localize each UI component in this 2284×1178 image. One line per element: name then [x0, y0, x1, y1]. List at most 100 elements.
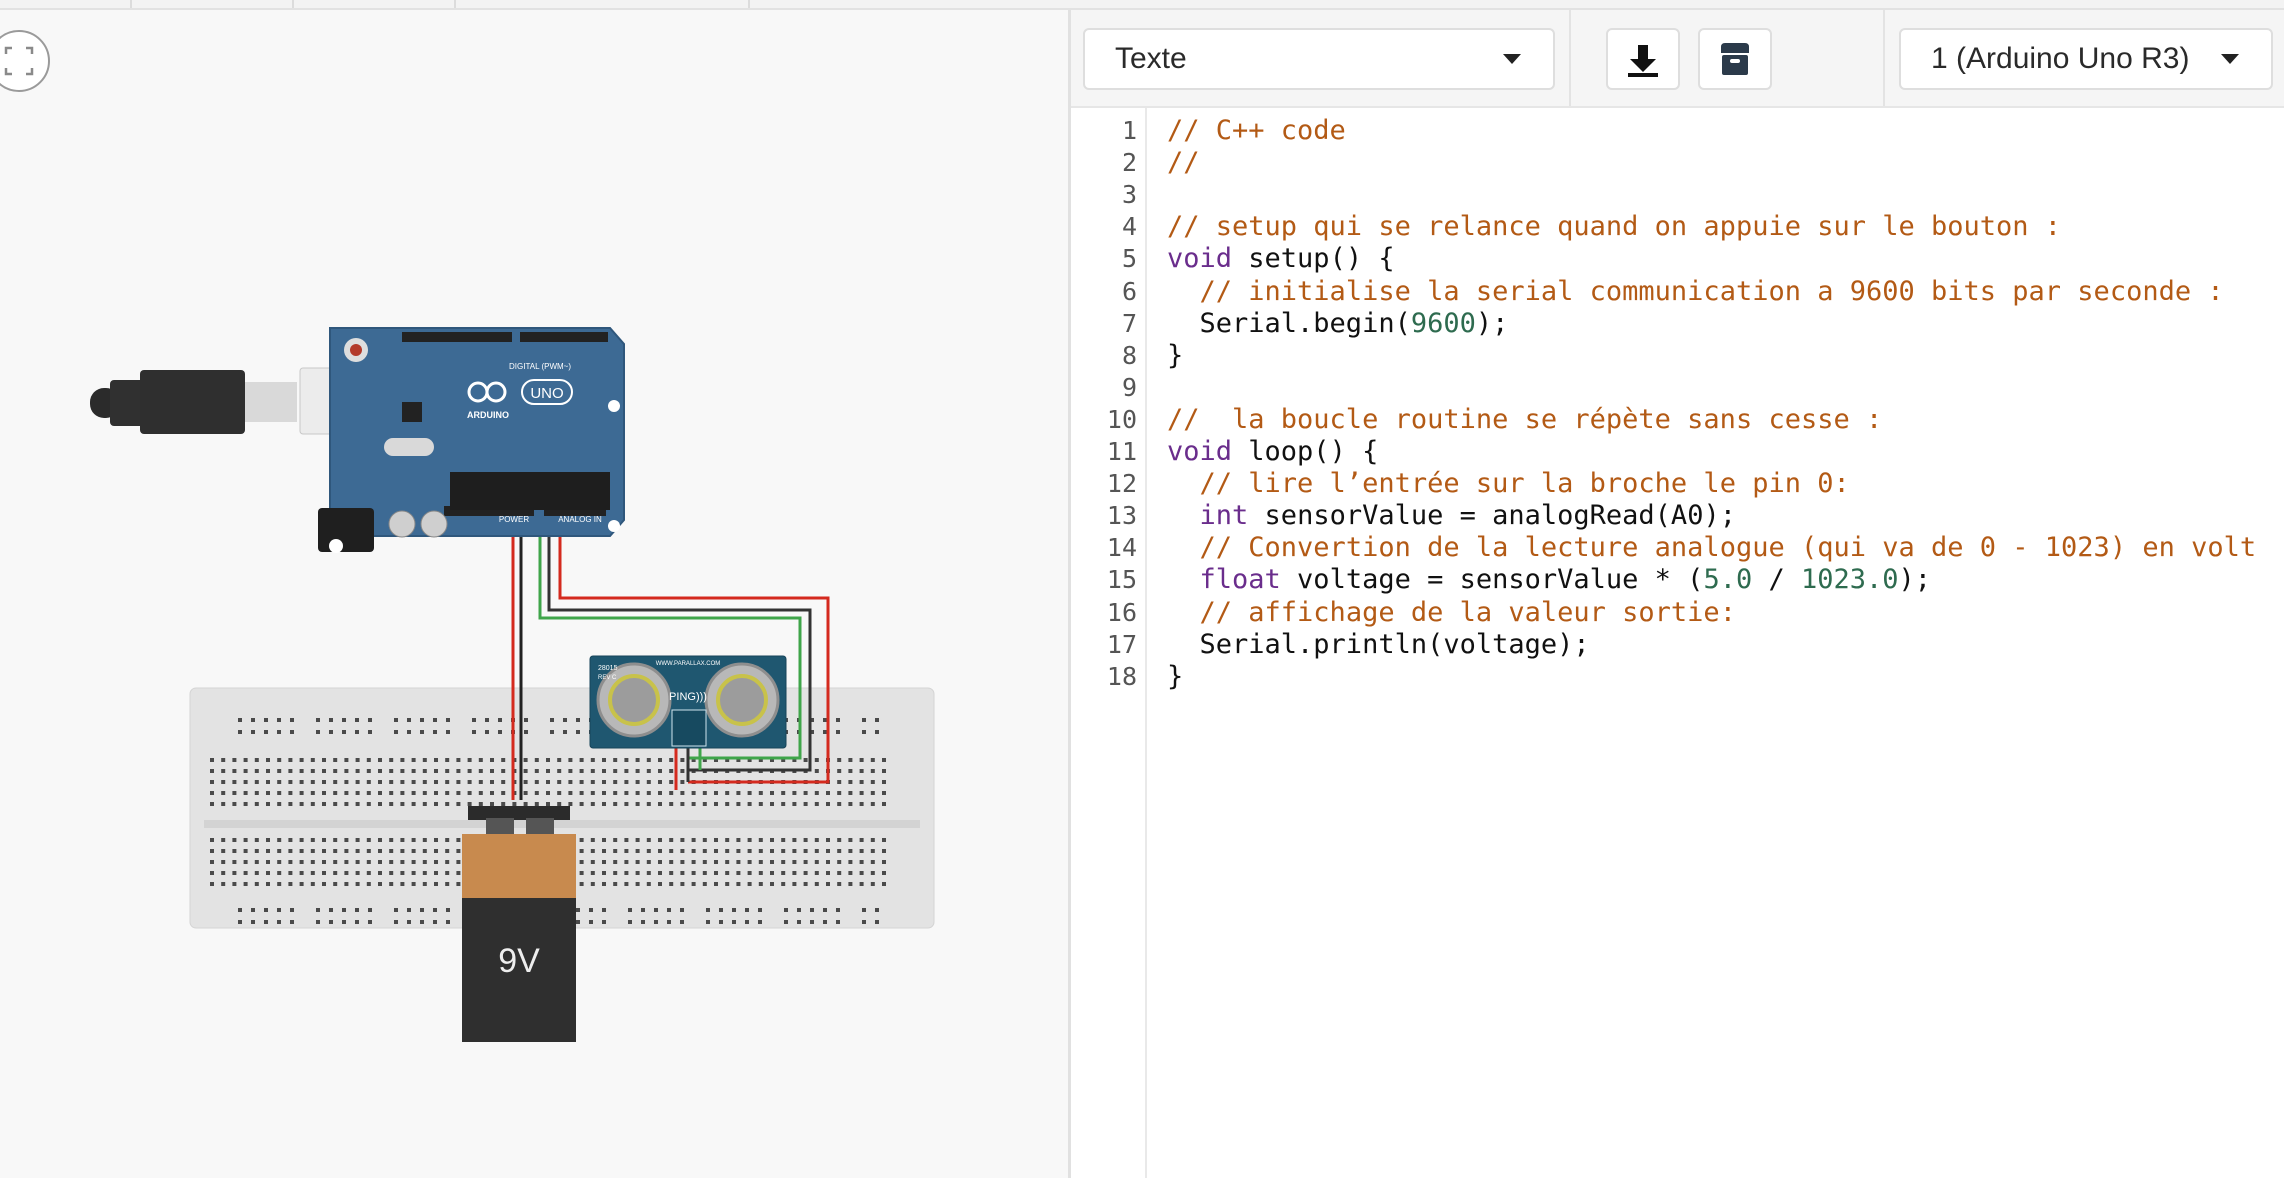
code-token-comment: // initialise la serial communication a …	[1199, 275, 2224, 307]
line-number: 6	[1121, 276, 1137, 306]
code-line: float voltage = sensorValue * (5.0 / 102…	[1167, 564, 1932, 596]
code-token-plain: }	[1167, 660, 1184, 692]
code-toolbar: Texte 1 (Arduino Uno R3)	[1071, 10, 2284, 108]
usb-cable	[90, 367, 371, 435]
line-number: 3	[1121, 180, 1137, 210]
circuit-canvas[interactable]: UNO ARDUINO DIGITAL (PWM~) POWER ANALOG …	[0, 10, 1068, 1178]
archive-icon	[1721, 43, 1749, 75]
editor-mode-dropdown[interactable]: Texte	[1083, 28, 1555, 90]
line-number: 9	[1121, 372, 1137, 402]
code-line: // initialise la serial communication a …	[1167, 276, 2224, 307]
tab-separator	[748, 0, 750, 8]
code-line: // setup qui se relance quand on appuie …	[1167, 211, 2061, 242]
board-uno-label: UNO	[530, 385, 563, 402]
tab-separator	[292, 0, 294, 8]
battery-label: 9V	[498, 942, 540, 980]
code-token-number: 5.0	[1703, 564, 1753, 596]
code-editor[interactable]: 1 2 3 4 5 6 7 8 9 10 11 12 13 14 15 16 17 18 // C++ code /…	[1071, 108, 2284, 1178]
device-label: 1 (Arduino Uno R3)	[1931, 42, 2190, 75]
code-token-comment: //	[1167, 147, 1200, 179]
code-line: }	[1167, 340, 1183, 371]
code-line: }	[1167, 661, 1183, 692]
line-number: 4	[1121, 212, 1137, 242]
code-token-plain: );	[1898, 564, 1932, 596]
sensor-model-label: 28015	[598, 665, 618, 672]
code-line: void setup() {	[1167, 243, 1395, 274]
sensor-name-label: PING)))	[669, 691, 707, 703]
code-token-keyword: float	[1199, 564, 1281, 596]
code-token-number: 9600	[1410, 307, 1476, 339]
code-token-comment: // lire l’entrée sur la broche le pin 0:	[1199, 468, 1850, 500]
board-digital-label: DIGITAL (PWM~)	[509, 362, 571, 371]
code-area[interactable]: // C++ code// // setup qui se relance qua…	[1167, 108, 2284, 1178]
line-number: 5	[1121, 244, 1137, 274]
code-line: Serial.println(voltage);	[1167, 629, 1590, 660]
code-line: // lire l’entrée sur la broche le pin 0:	[1167, 468, 1850, 499]
code-token-comment: // affichage de la valeur sortie:	[1199, 596, 1736, 628]
code-token-number: 1023.0	[1801, 564, 1899, 596]
download-icon	[1628, 45, 1658, 77]
toolbar-separator	[1883, 10, 1885, 106]
chevron-down-icon	[2221, 54, 2239, 64]
code-token-comment: // la boucle routine se répète sans cess…	[1167, 403, 1883, 435]
line-number: 10	[1106, 404, 1137, 434]
board-arduino-label: ARDUINO	[467, 410, 509, 420]
code-line: // C++ code	[1167, 115, 1346, 146]
libraries-button[interactable]	[1698, 28, 1772, 90]
line-number: 1	[1121, 116, 1137, 145]
line-number: 14	[1106, 533, 1137, 563]
line-number: 7	[1121, 308, 1137, 338]
code-line: // la boucle routine se répète sans cess…	[1167, 404, 1882, 435]
code-line: void loop() {	[1167, 436, 1378, 467]
line-number: 16	[1106, 597, 1137, 627]
line-number: 17	[1106, 629, 1137, 659]
code-token-plain: /	[1752, 564, 1801, 596]
download-code-button[interactable]	[1606, 28, 1680, 90]
sensor-rev-label: REV C	[598, 675, 617, 681]
device-dropdown[interactable]: 1 (Arduino Uno R3)	[1899, 28, 2273, 90]
code-token-plain: }	[1167, 339, 1184, 371]
chevron-down-icon	[1503, 54, 1521, 64]
code-token-keyword: int	[1199, 500, 1249, 532]
line-number: 8	[1121, 340, 1137, 370]
code-line: Serial.begin(9600);	[1167, 307, 1509, 339]
code-panel: Texte 1 (Arduino Uno R3) 1 2 3 4 5 6 7 8 9 10 11 12…	[1071, 10, 2284, 1178]
code-token-plain: );	[1475, 307, 1509, 339]
9v-battery: 9V	[462, 806, 576, 1042]
line-number: 11	[1106, 437, 1137, 466]
code-token-plain: sensorValue = analogRead(A0);	[1248, 500, 1736, 532]
top-tab-strip	[0, 0, 2284, 10]
code-token-plain: voltage = sensorValue * (	[1280, 564, 1704, 596]
ping-ultrasonic-sensor: 28015 REV C WWW.PARALLAX.COM PING)))	[589, 655, 787, 749]
code-token-plain: Serial.println(voltage);	[1167, 628, 1590, 660]
code-token-plain: setup() {	[1232, 243, 1395, 275]
circuit-drawing: UNO ARDUINO DIGITAL (PWM~) POWER ANALOG …	[90, 327, 935, 1042]
tab-separator	[130, 0, 132, 8]
code-line: //	[1167, 147, 1200, 178]
sensor-brand-label: WWW.PARALLAX.COM	[656, 661, 721, 667]
code-token-plain: loop() {	[1232, 436, 1379, 467]
toolbar-separator	[1569, 10, 1571, 106]
code-token-keyword: void	[1167, 436, 1233, 467]
code-line: int sensorValue = analogRead(A0);	[1167, 500, 1736, 531]
line-number: 2	[1121, 148, 1137, 178]
board-power-label: POWER	[499, 515, 529, 524]
code-token-plain: Serial.begin(	[1167, 307, 1411, 339]
arduino-uno-board: UNO ARDUINO DIGITAL (PWM~) POWER ANALOG …	[318, 327, 625, 553]
line-number: 15	[1106, 565, 1137, 595]
tab-separator	[454, 0, 456, 8]
code-token-keyword: void	[1167, 243, 1233, 275]
editor-mode-label: Texte	[1115, 42, 1187, 75]
code-token-comment: // setup qui se relance quand on appuie …	[1167, 211, 2062, 243]
line-number: 13	[1106, 501, 1137, 531]
line-number: 12	[1106, 469, 1137, 499]
code-token-comment: // C++ code	[1167, 115, 1346, 146]
code-token-comment: // Convertion de la lecture analogue (qu…	[1199, 532, 2257, 564]
board-analog-in-label: ANALOG IN	[558, 515, 602, 524]
